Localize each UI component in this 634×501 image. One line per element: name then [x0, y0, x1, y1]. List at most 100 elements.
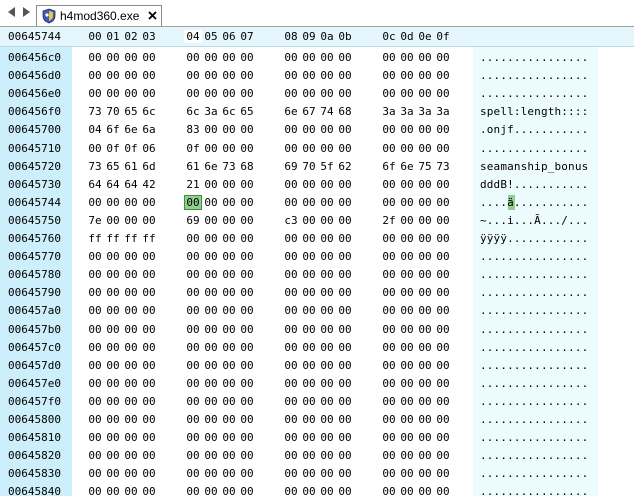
byte-cell[interactable]: 00	[434, 141, 452, 156]
byte-cell[interactable]: 00	[140, 430, 158, 445]
byte-cell[interactable]: 00	[380, 141, 398, 156]
byte-cell[interactable]: 00	[220, 68, 238, 83]
byte-cell[interactable]: 00	[318, 376, 336, 391]
byte-cell[interactable]: 69	[184, 213, 202, 228]
byte-cell[interactable]: 00	[318, 430, 336, 445]
byte-cell[interactable]: 67	[300, 104, 318, 119]
byte-cell[interactable]: 7e	[86, 213, 104, 228]
byte-cell[interactable]: 00	[220, 195, 238, 210]
byte-cell[interactable]: c3	[282, 213, 300, 228]
ascii-text[interactable]: ................	[480, 449, 588, 462]
byte-cell[interactable]: 00	[434, 412, 452, 427]
byte-cell[interactable]: 00	[282, 267, 300, 282]
byte-cell[interactable]: 00	[300, 50, 318, 65]
byte-cell[interactable]: 00	[104, 303, 122, 318]
byte-cell[interactable]: 00	[336, 177, 354, 192]
byte-cell[interactable]: 00	[202, 141, 220, 156]
byte-cell[interactable]: 00	[416, 86, 434, 101]
byte-cell[interactable]: 00	[202, 50, 220, 65]
byte-cell[interactable]: 00	[398, 376, 416, 391]
byte-cell[interactable]: 70	[300, 159, 318, 174]
byte-cell[interactable]: 00	[398, 285, 416, 300]
byte-cell[interactable]: 00	[300, 213, 318, 228]
byte-cell[interactable]: 00	[220, 86, 238, 101]
byte-cell[interactable]: 00	[104, 358, 122, 373]
byte-cell[interactable]: 00	[238, 177, 256, 192]
ascii-text[interactable]: ................	[480, 304, 588, 317]
byte-cell[interactable]: 00	[104, 249, 122, 264]
byte-cell[interactable]: 3a	[380, 104, 398, 119]
byte-cell[interactable]: 00	[434, 484, 452, 499]
byte-cell[interactable]: 00	[380, 322, 398, 337]
byte-cell[interactable]: 00	[122, 213, 140, 228]
byte-cell[interactable]: 00	[434, 322, 452, 337]
byte-cell[interactable]: 00	[318, 322, 336, 337]
byte-cell[interactable]: 00	[380, 358, 398, 373]
byte-cell[interactable]: 73	[220, 159, 238, 174]
byte-cell[interactable]: 00	[184, 340, 202, 355]
byte-cell[interactable]: 00	[318, 177, 336, 192]
byte-cell[interactable]: 00	[380, 122, 398, 137]
byte-cell[interactable]: 00	[238, 322, 256, 337]
byte-cell[interactable]: 00	[86, 448, 104, 463]
byte-cell[interactable]: 00	[300, 340, 318, 355]
byte-cell[interactable]: 00	[282, 195, 300, 210]
byte-cell[interactable]: 00	[282, 285, 300, 300]
byte-cell[interactable]: 6a	[140, 122, 158, 137]
byte-cell[interactable]: 00	[140, 213, 158, 228]
byte-cell[interactable]: 00	[416, 231, 434, 246]
byte-cell[interactable]: 00	[416, 267, 434, 282]
byte-cell[interactable]: 00	[434, 50, 452, 65]
byte-cell[interactable]: 00	[238, 376, 256, 391]
byte-cell[interactable]: 00	[380, 412, 398, 427]
byte-cell[interactable]: 00	[238, 141, 256, 156]
byte-cell[interactable]: 00	[140, 249, 158, 264]
byte-cell[interactable]: 00	[416, 376, 434, 391]
byte-cell[interactable]: 00	[220, 340, 238, 355]
byte-cell[interactable]: 00	[220, 122, 238, 137]
ascii-text[interactable]: dddB!...........	[480, 178, 588, 191]
byte-cell[interactable]: 65	[238, 104, 256, 119]
byte-cell[interactable]: 00	[282, 412, 300, 427]
byte-cell[interactable]: 65	[122, 104, 140, 119]
arrow-left-icon[interactable]	[6, 6, 18, 18]
byte-cell[interactable]: 00	[86, 484, 104, 499]
byte-cell[interactable]: 00	[336, 249, 354, 264]
byte-cell[interactable]: 00	[202, 376, 220, 391]
byte-cell[interactable]: 00	[318, 412, 336, 427]
ascii-text[interactable]: ................	[480, 377, 588, 390]
byte-cell[interactable]: 00	[202, 213, 220, 228]
byte-cell[interactable]: 00	[122, 303, 140, 318]
byte-cell[interactable]: 00	[336, 322, 354, 337]
byte-cell[interactable]: 00	[238, 412, 256, 427]
byte-cell[interactable]: 00	[238, 303, 256, 318]
byte-cell[interactable]: 00	[336, 195, 354, 210]
byte-cell[interactable]: 00	[86, 249, 104, 264]
byte-cell[interactable]: 83	[184, 122, 202, 137]
byte-cell[interactable]: 61	[184, 159, 202, 174]
byte-cell[interactable]: 00	[398, 86, 416, 101]
byte-cell[interactable]: 00	[140, 376, 158, 391]
byte-cell[interactable]: 00	[140, 358, 158, 373]
byte-cell[interactable]: 00	[122, 394, 140, 409]
byte-cell[interactable]: 00	[300, 285, 318, 300]
byte-cell[interactable]: 00	[434, 448, 452, 463]
byte-cell[interactable]: 00	[122, 86, 140, 101]
byte-cell[interactable]: 00	[202, 303, 220, 318]
ascii-text[interactable]: ÿÿÿÿ............	[480, 232, 588, 245]
byte-cell[interactable]: 00	[300, 430, 318, 445]
byte-cell[interactable]: 00	[300, 249, 318, 264]
byte-cell[interactable]: 00	[434, 68, 452, 83]
byte-cell[interactable]: 00	[238, 195, 256, 210]
byte-cell[interactable]: 00	[282, 394, 300, 409]
byte-cell[interactable]: 00	[434, 86, 452, 101]
byte-cell[interactable]: 00	[122, 322, 140, 337]
byte-cell[interactable]: 00	[398, 394, 416, 409]
ascii-text[interactable]: ................	[480, 142, 588, 155]
byte-cell[interactable]: 73	[86, 159, 104, 174]
byte-cell[interactable]: 00	[300, 122, 318, 137]
byte-cell[interactable]: 00	[380, 303, 398, 318]
byte-cell[interactable]: 00	[184, 50, 202, 65]
byte-cell[interactable]: 00	[238, 466, 256, 481]
ascii-text[interactable]: ~...i...Ã.../...	[480, 214, 588, 227]
